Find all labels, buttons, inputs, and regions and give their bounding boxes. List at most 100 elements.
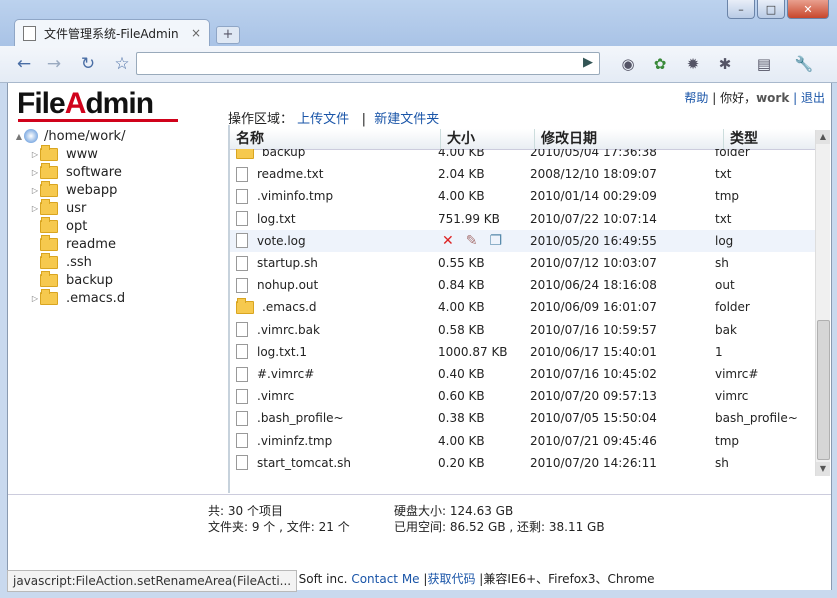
file-date: 2010/01/14 00:29:09 (530, 189, 657, 204)
tree-item[interactable]: ▷ software (30, 162, 122, 181)
col-name[interactable]: 名称 (230, 129, 441, 149)
scroll-up-icon[interactable]: ▲ (816, 130, 830, 144)
tree-item[interactable]: backup (30, 270, 113, 289)
scroll-thumb[interactable] (817, 320, 830, 460)
bug-icon[interactable]: ✱ (715, 54, 735, 74)
table-row[interactable]: startup.sh 0.55 KB 2010/07/12 10:03:07 sh (230, 252, 817, 274)
table-row[interactable]: .vimrc 0.60 KB 2010/07/20 09:57:13 vimrc (230, 385, 817, 407)
address-bar[interactable]: ▶ (136, 52, 600, 75)
file-name[interactable]: nohup.out (257, 278, 318, 292)
file-type: sh (715, 455, 729, 470)
file-type: 1 (715, 344, 723, 359)
extension-icon[interactable]: ✿ (650, 54, 670, 74)
file-name[interactable]: .emacs.d (262, 300, 317, 314)
expand-icon[interactable]: ▷ (30, 204, 40, 213)
copy-icon[interactable]: ❐ (489, 233, 502, 249)
file-name[interactable]: vote.log (257, 234, 306, 248)
expand-icon[interactable]: ▷ (30, 294, 40, 303)
get-code-link[interactable]: 获取代码 (427, 572, 475, 586)
reload-icon[interactable]: ↻ (76, 53, 100, 75)
expand-icon[interactable]: ▷ (30, 186, 40, 195)
close-window-button[interactable]: ✕ (787, 0, 829, 19)
file-name[interactable]: .bash_profile~ (257, 411, 344, 425)
table-row[interactable]: nohup.out 0.84 KB 2010/06/24 18:16:08 out (230, 274, 817, 296)
table-row[interactable]: .vimrc.bak 0.58 KB 2010/07/16 10:59:57 bak (230, 319, 817, 341)
file-name[interactable]: start_tomcat.sh (257, 456, 351, 470)
file-name[interactable]: startup.sh (257, 256, 318, 270)
tree-item[interactable]: opt (30, 216, 87, 235)
globe-icon[interactable]: ◉ (618, 54, 638, 74)
folder-icon (40, 288, 58, 305)
table-row[interactable]: #.vimrc# 0.40 KB 2010/07/16 10:45:02 vimrc# (230, 363, 817, 385)
gear-icon[interactable]: ✹ (683, 54, 703, 74)
wrench-icon[interactable]: 🔧 (794, 54, 814, 74)
tree-item[interactable]: ▷ www (30, 144, 98, 163)
folder-icon (40, 198, 58, 215)
table-row[interactable]: .viminfo.tmp 4.00 KB 2010/01/14 00:29:09 tm… (230, 185, 817, 207)
file-icon (236, 255, 248, 271)
expand-icon[interactable]: ▷ (30, 150, 40, 159)
file-size: 4.00 KB (438, 433, 485, 448)
table-row[interactable]: readme.txt 2.04 KB 2008/12/10 18:09:07 txt (230, 163, 817, 185)
logout-link[interactable]: | 退出 (793, 91, 825, 105)
table-row[interactable]: .bash_profile~ 0.38 KB 2010/07/05 15:50:04… (230, 407, 817, 429)
tree-root[interactable]: ▲ /home/work/ (14, 127, 126, 145)
col-type[interactable]: 类型 (724, 129, 817, 149)
scrollbar[interactable]: ▲ ▼ (815, 130, 830, 476)
col-date[interactable]: 修改日期 (535, 129, 724, 149)
contact-link[interactable]: Contact Me (351, 572, 419, 586)
table-row[interactable]: backup 4.00 KB 2010/05/04 17:36:38 folder (230, 149, 817, 163)
file-size: 0.20 KB (438, 455, 485, 470)
file-name[interactable]: #.vimrc# (257, 367, 314, 381)
tree-item[interactable]: ▷ webapp (30, 180, 117, 199)
minimize-button[interactable]: – (727, 0, 755, 19)
tree-item[interactable]: ▷ .emacs.d (30, 288, 125, 307)
page-menu-icon[interactable]: ▤ (754, 54, 774, 74)
tree-item[interactable]: .ssh (30, 252, 92, 271)
new-tab-button[interactable]: + (216, 26, 240, 44)
tree-item[interactable]: ▷ usr (30, 198, 86, 217)
table-row[interactable]: vote.log ✕ ✎ ❐ 2010/05/20 16:49:55 log (230, 229, 817, 252)
file-name[interactable]: log.txt.1 (257, 345, 307, 359)
table-row[interactable]: start_tomcat.sh 0.20 KB 2010/07/20 14:26:1… (230, 452, 817, 474)
file-icon (236, 366, 248, 382)
file-name[interactable]: backup (262, 149, 305, 159)
file-name[interactable]: .vimrc (257, 389, 294, 403)
browser-tab[interactable]: 文件管理系统-FileAdmin × (14, 19, 210, 46)
file-type: vimrc# (715, 367, 759, 381)
file-name[interactable]: readme.txt (257, 167, 323, 181)
table-row[interactable]: .viminfz.tmp 4.00 KB 2010/07/21 09:45:46 tm… (230, 430, 817, 452)
file-name[interactable]: .viminfo.tmp (257, 189, 333, 203)
file-name[interactable]: log.txt (257, 212, 296, 226)
table-row[interactable]: log.txt.1 1000.87 KB 2010/06/17 15:40:01 1 (230, 341, 817, 363)
file-type: tmp (715, 189, 740, 204)
help-link[interactable]: 帮助 (684, 91, 708, 105)
scroll-down-icon[interactable]: ▼ (816, 462, 830, 476)
file-name[interactable]: .viminfz.tmp (257, 434, 332, 448)
file-size: 2.04 KB (438, 167, 485, 182)
table-row[interactable]: log.txt 751.99 KB 2010/07/22 10:07:14 txt (230, 208, 817, 230)
file-date: 2010/05/20 16:49:55 (530, 233, 657, 248)
file-name[interactable]: .vimrc.bak (257, 323, 320, 337)
delete-icon[interactable]: ✕ (442, 233, 454, 249)
expand-icon[interactable]: ▷ (30, 168, 40, 177)
tree-item[interactable]: readme (30, 234, 116, 253)
col-size[interactable]: 大小 (441, 129, 535, 149)
file-type: vimrc (715, 389, 749, 404)
file-size: 751.99 KB (438, 211, 500, 226)
back-arrow-icon[interactable]: ← (12, 53, 36, 75)
go-arrow-icon[interactable]: ▶ (583, 55, 593, 70)
file-type: sh (715, 256, 729, 270)
file-icon (236, 211, 248, 227)
bookmark-star-icon[interactable]: ☆ (110, 53, 134, 75)
rename-icon[interactable]: ✎ (466, 233, 478, 249)
forward-arrow-icon[interactable]: → (42, 53, 66, 75)
file-type: folder (715, 149, 750, 159)
file-list: 名称 大小 修改日期 类型 backup 4.00 KB 2010/05/04 17… (230, 125, 830, 481)
table-row[interactable]: .emacs.d 4.00 KB 2010/06/09 16:01:07 folder (230, 296, 817, 318)
tab-close-icon[interactable]: × (191, 26, 201, 40)
folder-tree: ▲ /home/work/ ▷ www ▷ software ▷ webapp ▷ usr op… (8, 125, 230, 493)
collapse-icon[interactable]: ▲ (14, 132, 24, 141)
folder-icon (40, 216, 58, 233)
maximize-button[interactable]: □ (757, 0, 785, 19)
